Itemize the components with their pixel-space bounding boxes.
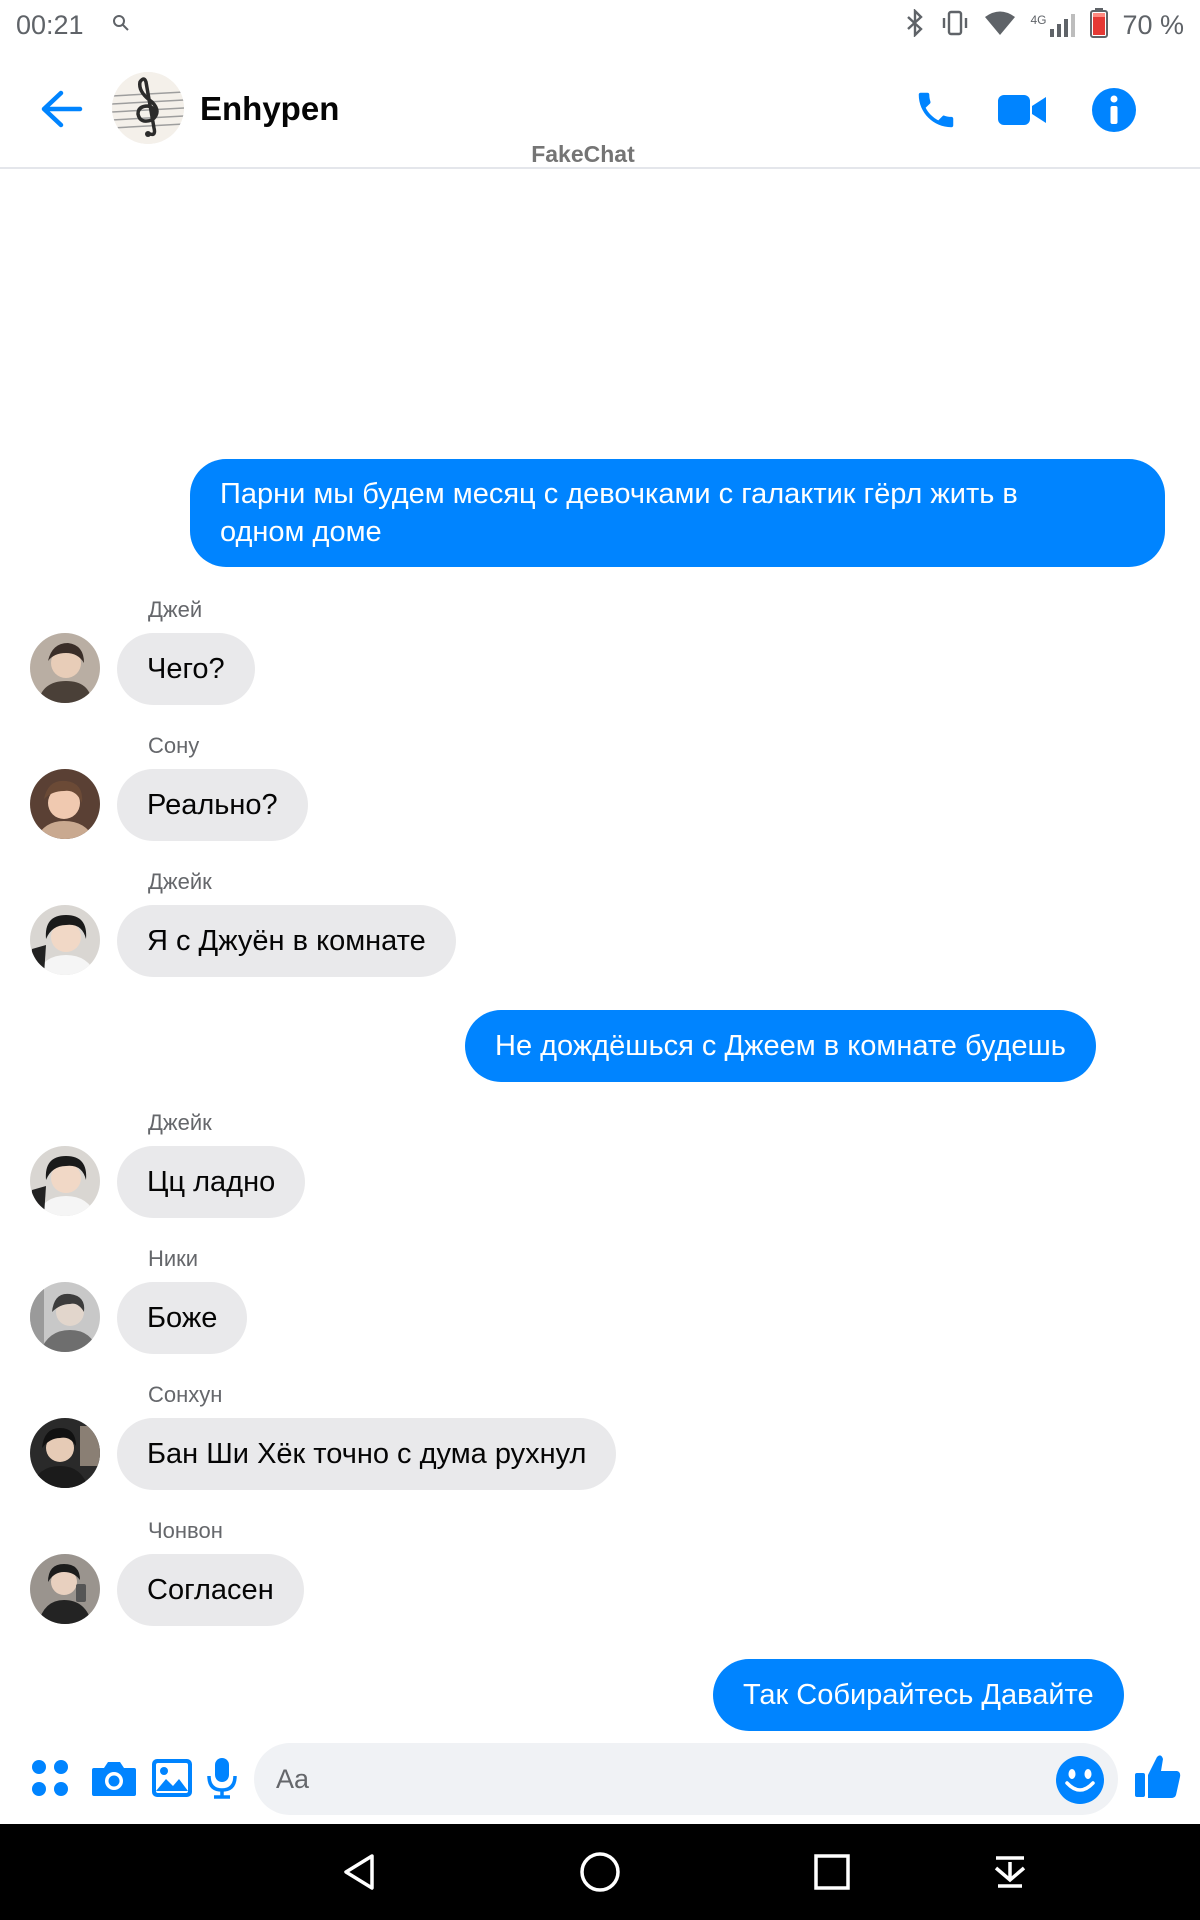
sender-name: Джейк: [148, 869, 212, 894]
sender-name: Чонвон: [148, 1518, 223, 1543]
navigation-bar: [0, 1824, 1200, 1920]
camera-icon: [92, 1762, 136, 1796]
like-button[interactable]: [1132, 1750, 1184, 1802]
nav-home-icon: [580, 1852, 620, 1892]
sender-name: Сону: [148, 733, 200, 758]
battery-icon: [1090, 7, 1109, 43]
nav-back-button[interactable]: [336, 1848, 384, 1896]
avatar[interactable]: [30, 1554, 100, 1624]
gallery-button[interactable]: [146, 1752, 198, 1804]
signal-icon: 4G: [1030, 13, 1076, 37]
header-divider: [0, 167, 1200, 169]
wifi-icon: [984, 10, 1016, 41]
outgoing-message[interactable]: Парни мы будем месяц с девочками с галак…: [190, 459, 1165, 567]
status-bar: 00:21 4G 70 %: [0, 0, 1200, 50]
camera-button[interactable]: [88, 1752, 140, 1804]
incoming-message[interactable]: Согласен: [117, 1554, 304, 1626]
emoji-icon: [1056, 1756, 1104, 1804]
info-icon: [1092, 88, 1136, 132]
gallery-icon: [152, 1759, 192, 1797]
outgoing-message[interactable]: Так Собирайтесь Давайте: [713, 1659, 1124, 1731]
sender-name: Ники: [148, 1246, 199, 1271]
nav-recents-icon: [814, 1854, 850, 1890]
avatar[interactable]: [30, 633, 100, 703]
nav-back-icon: [344, 1854, 374, 1890]
nav-notifications-icon: [994, 1856, 1026, 1888]
message-input[interactable]: [254, 1743, 1118, 1815]
chat-title[interactable]: Enhypen: [200, 90, 339, 128]
microphone-icon: [207, 1758, 237, 1799]
battery-percentage: 70 %: [1122, 9, 1184, 40]
thumbs-up-icon: [1135, 1755, 1181, 1798]
bluetooth-icon: [904, 7, 926, 42]
incoming-message[interactable]: Реально?: [117, 769, 308, 841]
avatar[interactable]: [30, 769, 100, 839]
sender-name: Сонхун: [148, 1382, 223, 1407]
watermark: FakeChat: [531, 141, 635, 167]
avatar[interactable]: [30, 1418, 100, 1488]
incoming-message[interactable]: Бан Ши Хёк точно с дума рухнул: [117, 1418, 617, 1490]
message-text-line: одном доме: [220, 516, 382, 548]
video-call-button[interactable]: [994, 82, 1050, 138]
search-icon: [112, 14, 130, 37]
vibrate-icon: [940, 10, 970, 41]
apps-button[interactable]: [24, 1752, 76, 1804]
avatar[interactable]: [30, 1146, 100, 1216]
sender-name: Джейк: [148, 1110, 212, 1135]
status-time: 00:21: [16, 10, 84, 40]
back-button[interactable]: [34, 82, 88, 136]
incoming-message[interactable]: Я с Джуён в комнате: [117, 905, 456, 977]
avatar[interactable]: [30, 1282, 100, 1352]
video-camera-icon: [998, 95, 1046, 125]
sender-name: Джей: [148, 597, 203, 622]
voice-message-button[interactable]: [196, 1752, 248, 1804]
nav-recents-button[interactable]: [808, 1848, 856, 1896]
treble-clef-icon: [112, 72, 184, 144]
voice-call-button[interactable]: [908, 82, 964, 138]
message-text-line: Парни мы будем месяц с девочками с галак…: [220, 478, 1018, 510]
network-label: 4G: [1030, 13, 1047, 27]
incoming-message[interactable]: Боже: [117, 1282, 248, 1354]
nav-home-button[interactable]: [576, 1848, 624, 1896]
back-arrow-icon: [41, 90, 83, 128]
info-button[interactable]: [1086, 82, 1142, 138]
phone-icon: [918, 92, 954, 128]
apps-grid-icon: [32, 1760, 68, 1796]
emoji-button[interactable]: [1055, 1755, 1105, 1805]
avatar[interactable]: [30, 905, 100, 975]
chat-avatar[interactable]: [112, 72, 184, 144]
status-indicators: 4G 70 %: [904, 7, 1184, 43]
incoming-message[interactable]: Цц ладно: [117, 1146, 306, 1218]
outgoing-message[interactable]: Не дождёшься с Джеем в комнате будешь: [465, 1010, 1096, 1082]
nav-notifications-button[interactable]: [986, 1848, 1034, 1896]
incoming-message[interactable]: Чего?: [117, 633, 255, 705]
